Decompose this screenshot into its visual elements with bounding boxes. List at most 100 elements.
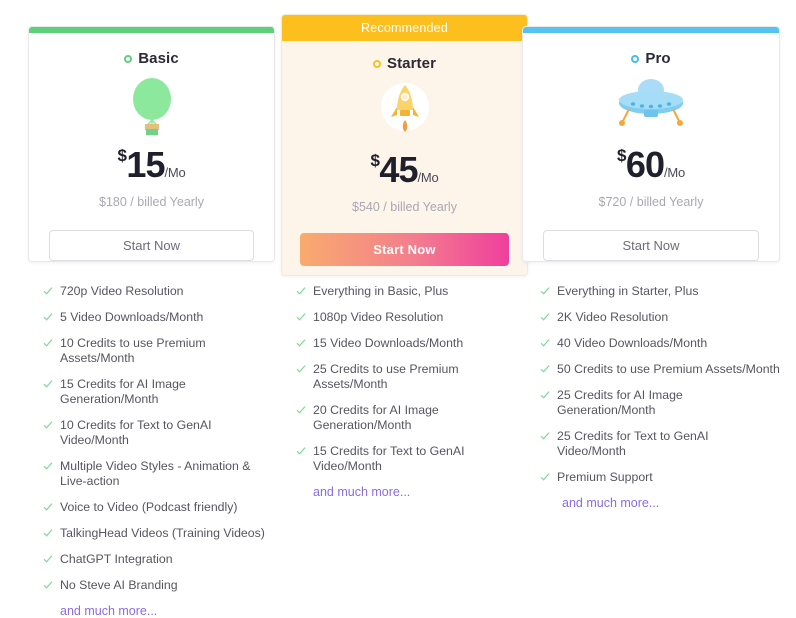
feature-list-basic: 720p Video Resolution 5 Video Downloads/… [28, 284, 275, 618]
feature-text: 15 Video Downloads/Month [313, 336, 464, 350]
check-icon [540, 391, 550, 399]
price-amount: 15 [126, 144, 165, 185]
feature-item: 10 Credits to use Premium Assets/Month [43, 336, 275, 366]
feature-item: 720p Video Resolution [43, 284, 275, 299]
check-icon [296, 339, 306, 347]
feature-item: 15 Credits for Text to GenAI Video/Month [296, 444, 528, 474]
check-icon [540, 339, 550, 347]
check-icon [43, 555, 53, 563]
check-icon [43, 421, 53, 429]
feature-text: Multiple Video Styles - Animation & Live… [60, 459, 251, 488]
feature-text: TalkingHead Videos (Training Videos) [60, 526, 265, 540]
price-starter: $45/Mo [282, 149, 527, 191]
hot-air-balloon-icon [29, 74, 274, 136]
check-icon [296, 447, 306, 455]
feature-item: 2K Video Resolution [540, 310, 780, 325]
feature-text: ChatGPT Integration [60, 552, 173, 566]
feature-text: Everything in Basic, Plus [313, 284, 449, 298]
feature-text: 15 Credits for AI Image Generation/Month [60, 377, 186, 406]
price-amount: 60 [625, 144, 665, 185]
check-icon [540, 432, 550, 440]
check-icon [43, 380, 53, 388]
feature-item: 10 Credits for Text to GenAI Video/Month [43, 418, 275, 448]
and-much-more-link-basic[interactable]: and much more... [43, 604, 275, 618]
feature-text: 50 Credits to use Premium Assets/Month [557, 362, 780, 376]
start-now-button-starter[interactable]: Start Now [300, 233, 509, 266]
feature-text: 40 Video Downloads/Month [557, 336, 708, 350]
check-icon [43, 529, 53, 537]
feature-item: Everything in Basic, Plus [296, 284, 528, 299]
feature-text: 2K Video Resolution [557, 310, 669, 324]
card-accent-bar [29, 27, 274, 33]
plan-bullet-icon [124, 54, 133, 63]
check-icon [43, 287, 53, 295]
plan-header-basic: Basic [29, 50, 274, 67]
feature-item: Voice to Video (Podcast friendly) [43, 500, 275, 515]
feature-text: 10 Credits to use Premium Assets/Month [60, 336, 206, 365]
recommended-badge: Recommended [282, 15, 527, 41]
check-icon [43, 462, 53, 470]
feature-text: No Steve AI Branding [60, 578, 178, 592]
plan-card-basic[interactable]: Basic $15/Mo $180 / billed Yearly Start … [28, 26, 275, 262]
plan-name-basic: Basic [138, 50, 179, 67]
feature-text: 25 Credits for AI Image Generation/Month [557, 388, 683, 417]
price-basic: $15/Mo [29, 144, 274, 186]
price-period: /Mo [663, 165, 686, 180]
billed-yearly-starter: $540 / billed Yearly [352, 200, 457, 214]
check-icon [540, 313, 550, 321]
check-icon [540, 365, 550, 373]
check-icon [540, 287, 550, 295]
plan-header-starter: Starter [282, 55, 527, 72]
ufo-icon [523, 74, 779, 136]
feature-text: 25 Credits for Text to GenAI Video/Month [557, 429, 709, 458]
feature-text: Everything in Starter, Plus [557, 284, 699, 298]
feature-text: 15 Credits for Text to GenAI Video/Month [313, 444, 465, 473]
feature-item: 15 Credits for AI Image Generation/Month [43, 377, 275, 407]
feature-item: 5 Video Downloads/Month [43, 310, 275, 325]
feature-item: 25 Credits to use Premium Assets/Month [296, 362, 528, 392]
feature-list-pro: Everything in Starter, Plus 2K Video Res… [522, 284, 780, 510]
feature-item: 40 Video Downloads/Month [540, 336, 780, 351]
check-icon [296, 406, 306, 414]
plan-header-pro: Pro [523, 50, 779, 67]
plan-name-pro: Pro [645, 50, 671, 67]
plan-card-pro[interactable]: Pro $60/Mo $720 / billed Yearly Start No… [522, 26, 780, 262]
check-icon [43, 581, 53, 589]
currency-symbol: $ [616, 146, 626, 165]
feature-list-starter: Everything in Basic, Plus 1080p Video Re… [281, 284, 528, 499]
feature-text: 25 Credits to use Premium Assets/Month [313, 362, 459, 391]
feature-item: No Steve AI Branding [43, 578, 275, 593]
feature-item: Premium Support [540, 470, 780, 485]
feature-item: 25 Credits for AI Image Generation/Month [540, 388, 780, 418]
check-icon [540, 473, 550, 481]
feature-item: 15 Video Downloads/Month [296, 336, 528, 351]
rocket-icon [282, 79, 527, 141]
start-now-button-basic[interactable]: Start Now [49, 230, 254, 261]
price-period: /Mo [417, 170, 439, 185]
plan-bullet-icon [631, 54, 640, 63]
billed-yearly-basic: $180 / billed Yearly [99, 195, 204, 209]
feature-item: 50 Credits to use Premium Assets/Month [540, 362, 780, 377]
feature-text: Premium Support [557, 470, 653, 484]
check-icon [43, 313, 53, 321]
feature-item: 25 Credits for Text to GenAI Video/Month [540, 429, 780, 459]
feature-item: TalkingHead Videos (Training Videos) [43, 526, 275, 541]
pricing-plans: Basic $15/Mo $180 / billed Yearly Start … [0, 0, 796, 618]
check-icon [43, 339, 53, 347]
billed-yearly-pro: $720 / billed Yearly [598, 195, 704, 209]
feature-text: 720p Video Resolution [60, 284, 184, 298]
plan-card-starter[interactable]: Recommended Starter $45/Mo $540 / billed… [281, 14, 528, 276]
card-accent-bar [523, 27, 779, 33]
feature-item: 20 Credits for AI Image Generation/Month [296, 403, 528, 433]
check-icon [296, 313, 306, 321]
feature-item: Everything in Starter, Plus [540, 284, 780, 299]
price-period: /Mo [164, 165, 186, 180]
start-now-button-pro[interactable]: Start Now [543, 230, 759, 261]
feature-text: Voice to Video (Podcast friendly) [60, 500, 238, 514]
check-icon [43, 503, 53, 511]
and-much-more-link-pro[interactable]: and much more... [540, 496, 780, 510]
and-much-more-link-starter[interactable]: and much more... [296, 485, 528, 499]
feature-item: Multiple Video Styles - Animation & Live… [43, 459, 275, 489]
plan-column-pro: Pro $60/Mo $720 / billed Yearly Start No… [522, 0, 780, 510]
plan-column-starter: Recommended Starter $45/Mo $540 / billed… [281, 0, 528, 499]
